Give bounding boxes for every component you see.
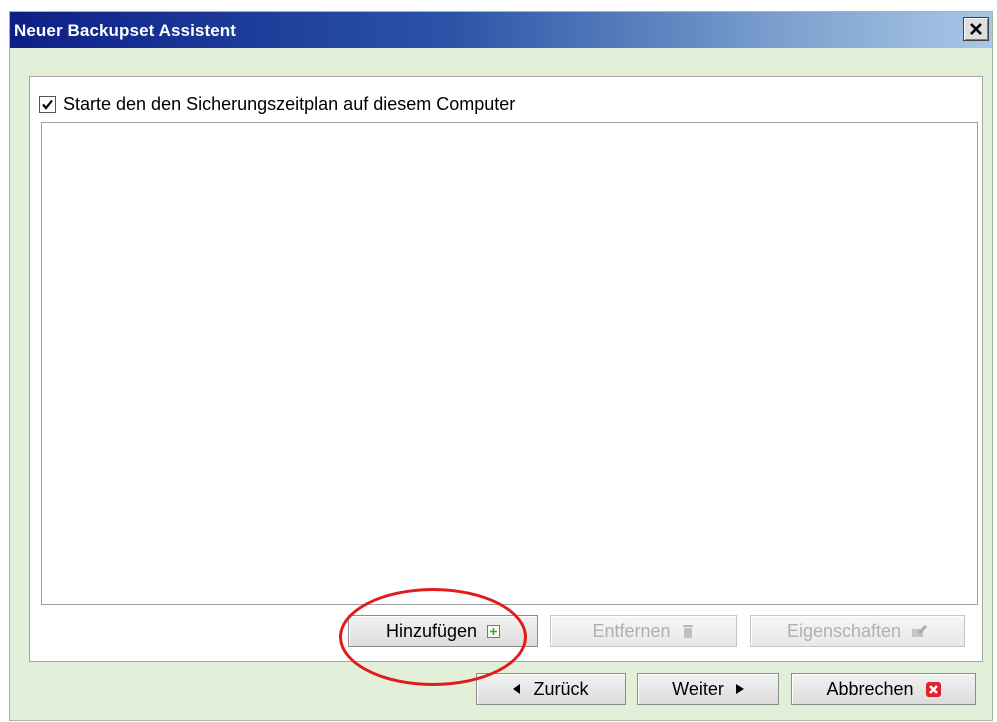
close-button[interactable] <box>963 17 989 41</box>
properties-button[interactable]: Eigenschaften <box>750 615 965 647</box>
schedule-list[interactable] <box>41 122 978 605</box>
remove-button[interactable]: Entfernen <box>550 615 737 647</box>
edit-icon <box>911 624 928 638</box>
window-title: Neuer Backupset Assistent <box>14 21 237 40</box>
arrow-right-icon <box>735 684 744 694</box>
cancel-icon <box>925 681 941 697</box>
close-icon <box>970 23 982 35</box>
next-button-label: Weiter <box>672 678 724 699</box>
cancel-button-label: Abbrechen <box>826 678 914 699</box>
trash-icon <box>681 624 695 639</box>
properties-button-label: Eigenschaften <box>786 620 902 641</box>
schedule-checkbox-label: Starte den den Sicherungszeitplan auf di… <box>63 93 516 114</box>
next-button[interactable]: Weiter <box>637 673 779 705</box>
content-panel: Starte den den Sicherungszeitplan auf di… <box>29 76 983 662</box>
wizard-dialog: Neuer Backupset Assistent Starte den den… <box>9 11 993 721</box>
arrow-left-icon <box>513 684 521 694</box>
schedule-checkbox[interactable] <box>39 95 56 113</box>
cancel-button[interactable]: Abbrechen <box>791 673 976 705</box>
add-button[interactable]: Hinzufügen <box>348 615 538 647</box>
add-button-label: Hinzufügen <box>385 620 478 641</box>
schedule-checkbox-row[interactable]: Starte den den Sicherungszeitplan auf di… <box>39 93 515 115</box>
add-icon <box>487 624 501 638</box>
back-button-label: Zurück <box>533 678 589 699</box>
remove-button-label: Entfernen <box>592 620 671 641</box>
title-bar[interactable]: Neuer Backupset Assistent <box>10 12 992 48</box>
checkmark-icon <box>42 99 53 110</box>
back-button[interactable]: Zurück <box>476 673 626 705</box>
